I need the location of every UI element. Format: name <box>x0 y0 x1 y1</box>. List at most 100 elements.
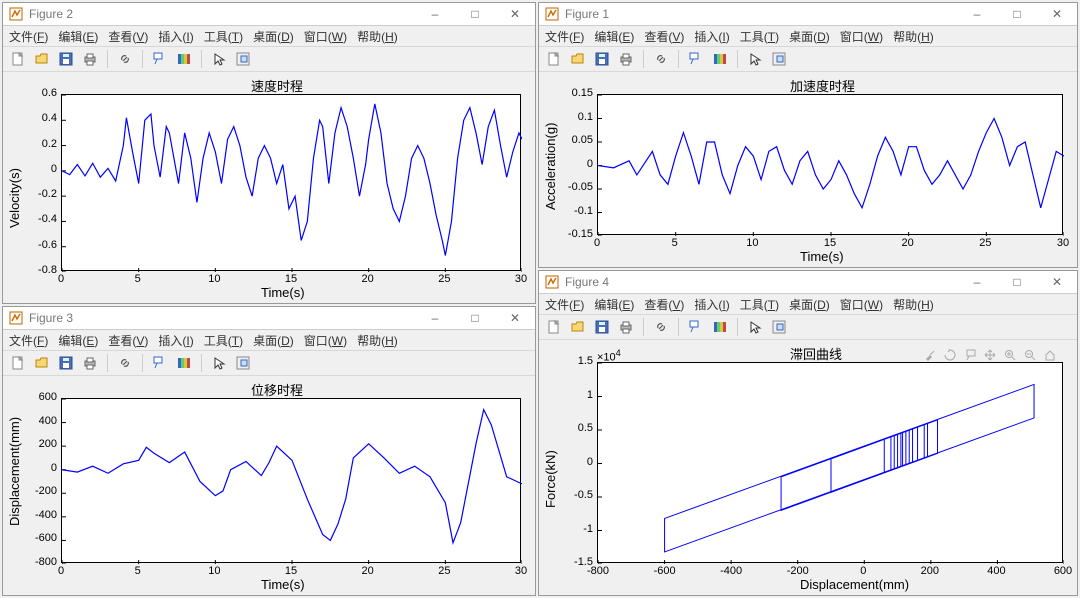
save-button[interactable] <box>55 352 77 374</box>
maximize-button[interactable]: □ <box>455 3 495 25</box>
datatip-button[interactable] <box>149 352 171 374</box>
menu-t[interactable]: 工具(T) <box>204 28 243 45</box>
maximize-button[interactable]: □ <box>997 271 1037 293</box>
menu-h[interactable]: 帮助(H) <box>893 296 934 313</box>
titlebar[interactable]: Figure 1 – □ ✕ <box>539 3 1077 26</box>
menu-w[interactable]: 窗口(W) <box>840 296 883 313</box>
axes[interactable] <box>597 362 1063 563</box>
zoomin-icon[interactable] <box>1003 348 1017 362</box>
colorbar-button[interactable] <box>709 48 731 70</box>
minimize-button[interactable]: – <box>415 307 455 329</box>
brush-button[interactable] <box>768 316 790 338</box>
menu-w[interactable]: 窗口(W) <box>304 332 347 349</box>
minimize-button[interactable]: – <box>957 271 997 293</box>
print-button[interactable] <box>79 48 101 70</box>
link-button[interactable] <box>650 316 672 338</box>
menu-f[interactable]: 文件(F) <box>545 28 584 45</box>
colorbar-button[interactable] <box>709 316 731 338</box>
brush-button[interactable] <box>768 48 790 70</box>
menu-w[interactable]: 窗口(W) <box>304 28 347 45</box>
open-button[interactable] <box>567 48 589 70</box>
open-button[interactable] <box>31 352 53 374</box>
datatip-button[interactable] <box>685 48 707 70</box>
pointer-button[interactable] <box>208 352 230 374</box>
datatip-icon <box>152 51 168 67</box>
titlebar[interactable]: Figure 3 – □ ✕ <box>3 307 535 330</box>
menu-t[interactable]: 工具(T) <box>740 28 779 45</box>
home-icon[interactable] <box>1043 348 1057 362</box>
open-button[interactable] <box>31 48 53 70</box>
menu-w[interactable]: 窗口(W) <box>840 28 883 45</box>
menu-d[interactable]: 桌面(D) <box>253 332 294 349</box>
print-button[interactable] <box>615 316 637 338</box>
menu-f[interactable]: 文件(F) <box>545 296 584 313</box>
axes[interactable] <box>61 398 521 563</box>
menu-i[interactable]: 插入(I) <box>694 296 729 313</box>
new-button[interactable] <box>543 316 565 338</box>
close-button[interactable]: ✕ <box>1037 3 1077 25</box>
menu-t[interactable]: 工具(T) <box>204 332 243 349</box>
menu-i[interactable]: 插入(I) <box>694 28 729 45</box>
pointer-button[interactable] <box>744 316 766 338</box>
menu-v[interactable]: 查看(V) <box>644 28 684 45</box>
open-button[interactable] <box>567 316 589 338</box>
colorbar-button[interactable] <box>173 48 195 70</box>
menu-i[interactable]: 插入(I) <box>158 332 193 349</box>
save-button[interactable] <box>591 316 613 338</box>
menu-h[interactable]: 帮助(H) <box>357 28 398 45</box>
pointer-button[interactable] <box>744 48 766 70</box>
pan-icon[interactable] <box>983 348 997 362</box>
menu-i[interactable]: 插入(I) <box>158 28 193 45</box>
menu-d[interactable]: 桌面(D) <box>789 296 830 313</box>
link-button[interactable] <box>114 48 136 70</box>
menu-v[interactable]: 查看(V) <box>644 296 684 313</box>
titlebar[interactable]: Figure 4 – □ ✕ <box>539 271 1077 294</box>
maximize-button[interactable]: □ <box>997 3 1037 25</box>
menu-v[interactable]: 查看(V) <box>108 332 148 349</box>
zoomout-icon[interactable] <box>1023 348 1037 362</box>
brush-icon[interactable] <box>923 348 937 362</box>
save-button[interactable] <box>591 48 613 70</box>
menu-t[interactable]: 工具(T) <box>740 296 779 313</box>
print-button[interactable] <box>615 48 637 70</box>
menu-f[interactable]: 文件(F) <box>9 332 48 349</box>
datatip-button[interactable] <box>685 316 707 338</box>
print-button[interactable] <box>79 352 101 374</box>
titlebar[interactable]: Figure 2 – □ ✕ <box>3 3 535 26</box>
brush-button[interactable] <box>232 352 254 374</box>
close-button[interactable]: ✕ <box>495 3 535 25</box>
maximize-button[interactable]: □ <box>455 307 495 329</box>
colorbar-button[interactable] <box>173 352 195 374</box>
menu-h[interactable]: 帮助(H) <box>893 28 934 45</box>
save-button[interactable] <box>55 48 77 70</box>
new-button[interactable] <box>7 48 29 70</box>
new-button[interactable] <box>7 352 29 374</box>
axes[interactable] <box>597 94 1063 235</box>
menu-d[interactable]: 桌面(D) <box>789 28 830 45</box>
minimize-button[interactable]: – <box>957 3 997 25</box>
minimize-button[interactable]: – <box>415 3 455 25</box>
link-button[interactable] <box>650 48 672 70</box>
new-button[interactable] <box>543 48 565 70</box>
datatip-icon[interactable] <box>963 348 977 362</box>
menu-e[interactable]: 编辑(E) <box>594 296 634 313</box>
menu-f[interactable]: 文件(F) <box>9 28 48 45</box>
close-button[interactable]: ✕ <box>495 307 535 329</box>
menu-e[interactable]: 编辑(E) <box>594 28 634 45</box>
rotate-icon[interactable] <box>943 348 957 362</box>
menu-e[interactable]: 编辑(E) <box>58 28 98 45</box>
menubar: 文件(F) 编辑(E) 查看(V) 插入(I) 工具(T) 桌面(D) 窗口(W) 帮助(H) <box>539 26 1077 47</box>
figure-window-4: Figure 4 – □ ✕ 文件(F) 编辑(E) 查看(V) 插入(I) 工具(T)… <box>538 270 1078 596</box>
pointer-button[interactable] <box>208 48 230 70</box>
link-button[interactable] <box>114 352 136 374</box>
menu-h[interactable]: 帮助(H) <box>357 332 398 349</box>
axes[interactable] <box>61 94 521 271</box>
menu-v[interactable]: 查看(V) <box>108 28 148 45</box>
datatip-button[interactable] <box>149 48 171 70</box>
menu-e[interactable]: 编辑(E) <box>58 332 98 349</box>
maximize-icon: □ <box>471 7 478 21</box>
xtick-label: 5 <box>128 273 148 285</box>
menu-d[interactable]: 桌面(D) <box>253 28 294 45</box>
close-button[interactable]: ✕ <box>1037 271 1077 293</box>
brush-button[interactable] <box>232 48 254 70</box>
